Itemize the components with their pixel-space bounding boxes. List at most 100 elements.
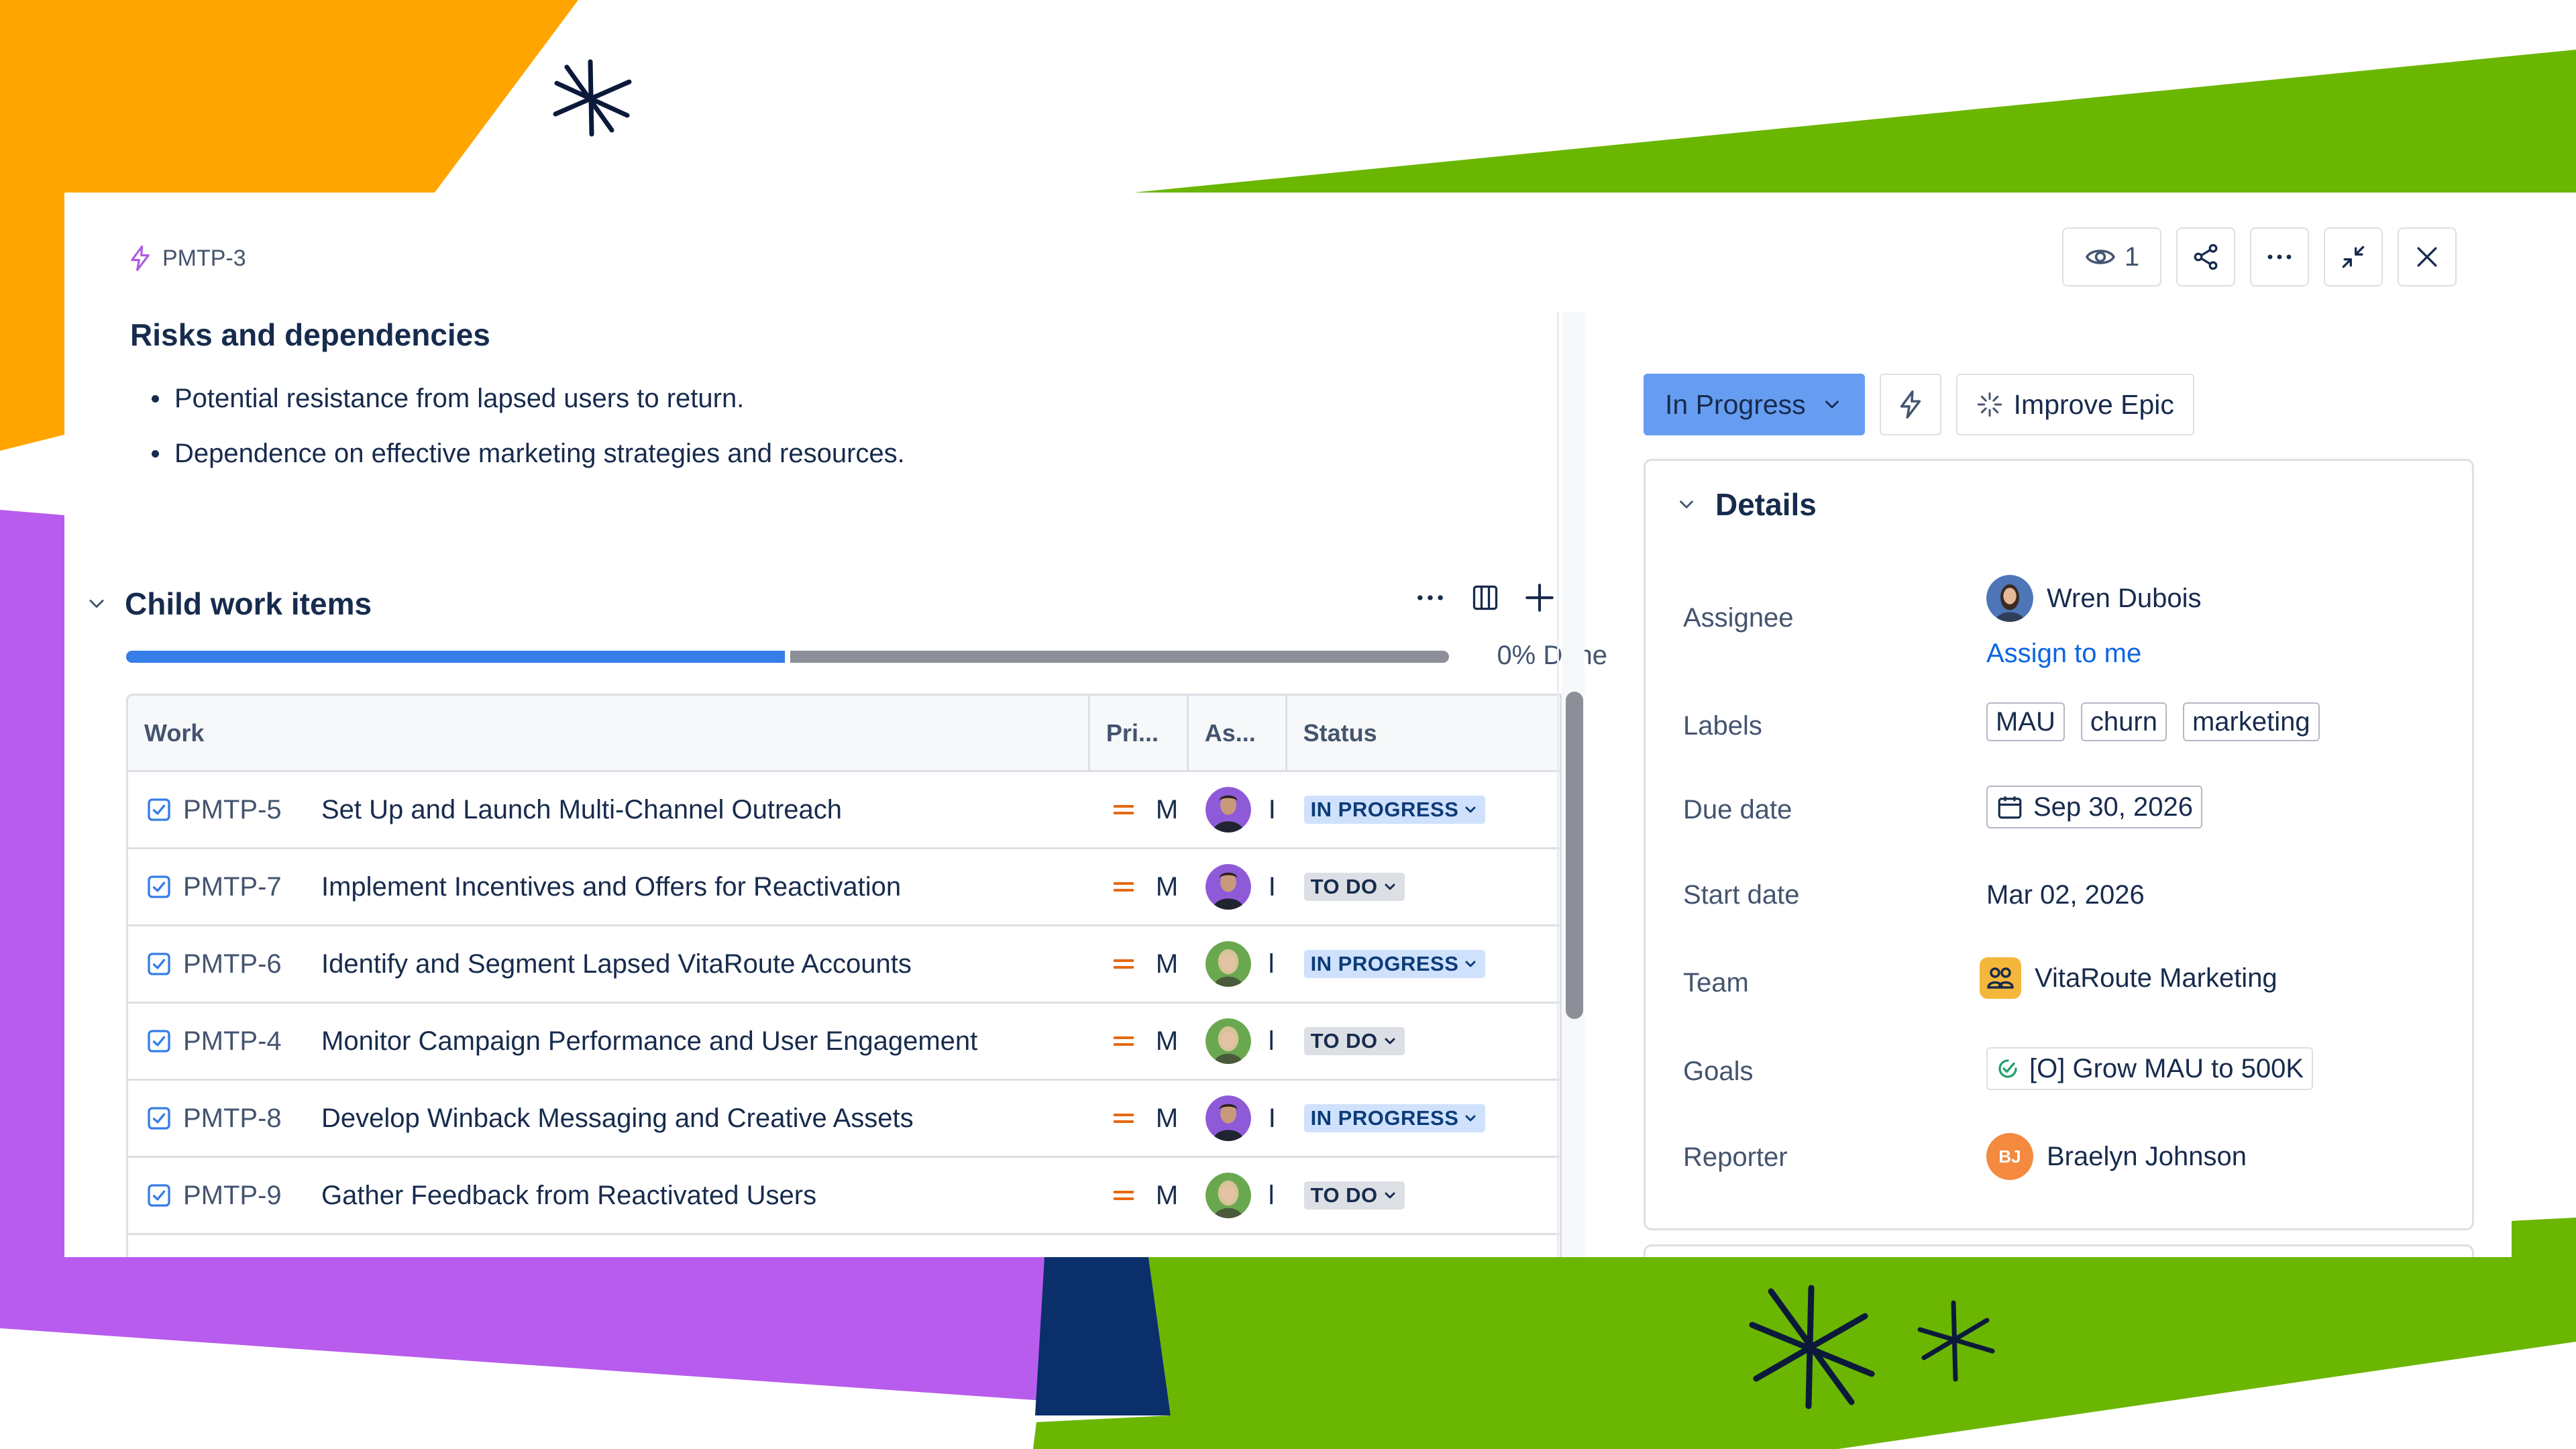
assignee-cell[interactable]: I [1189, 772, 1287, 847]
team-icon [1980, 957, 2021, 999]
assignee-field[interactable]: Wren Dubois [1986, 575, 2201, 622]
start-date-value[interactable]: Mar 02, 2026 [1986, 880, 2145, 910]
status-lozenge[interactable]: IN PROGRESS [1303, 796, 1486, 824]
child-item-key[interactable]: PMTP-9 [183, 1181, 311, 1211]
more-icon[interactable] [1413, 580, 1448, 615]
status-lozenge[interactable]: IN PROGRESS [1303, 950, 1486, 978]
table-row[interactable]: PMTP-8 Develop Winback Messaging and Crea… [128, 1081, 1560, 1158]
child-item-key[interactable]: PMTP-7 [183, 872, 311, 902]
assignee-cell[interactable]: I [1189, 1081, 1287, 1156]
calendar-icon [1998, 796, 2022, 819]
column-header-assignee[interactable]: As... [1189, 696, 1287, 770]
chevron-down-icon [1825, 400, 1839, 409]
assign-to-me-link[interactable]: Assign to me [1986, 639, 2141, 669]
child-item-key[interactable]: PMTP-5 [183, 795, 311, 825]
column-header-priority[interactable]: Pri... [1090, 696, 1189, 770]
priority-cell[interactable]: M [1090, 849, 1189, 924]
team-field[interactable]: VitaRoute Marketing [1980, 957, 2277, 999]
automation-button[interactable] [1879, 374, 1941, 435]
share-icon [2194, 244, 2218, 270]
minimize-button[interactable] [2324, 227, 2383, 286]
column-header-status[interactable]: Status [1287, 696, 1560, 770]
eye-icon [2085, 250, 2115, 264]
child-item-summary[interactable]: Set Up and Launch Multi-Channel Outreach [321, 795, 842, 825]
reporter-field[interactable]: BJ Braelyn Johnson [1986, 1133, 2247, 1180]
status-cell: IN PROGRESS [1287, 926, 1560, 1002]
columns-icon[interactable] [1470, 583, 1500, 612]
child-item-key[interactable]: PMTP-4 [183, 1026, 311, 1057]
column-header-work[interactable]: Work [128, 696, 1090, 770]
table-row[interactable]: PMTP-7 Implement Incentives and Offers fo… [128, 849, 1560, 926]
issue-key-link[interactable]: PMTP-3 [162, 246, 246, 272]
team-name: VitaRoute Marketing [2035, 963, 2277, 993]
table-row[interactable]: PMTP-6 Identify and Segment Lapsed VitaRo… [128, 926, 1560, 1004]
avatar [1205, 864, 1251, 910]
plus-icon[interactable] [1523, 581, 1556, 614]
status-lozenge[interactable]: TO DO [1303, 1181, 1405, 1210]
table-row[interactable]: PMTP-5 Set Up and Launch Multi-Channel Ou… [128, 772, 1560, 849]
goal-chip[interactable]: [O] Grow MAU to 500K [1986, 1047, 2314, 1090]
table-row[interactable]: PMTP-9 Gather Feedback from Reactivated U… [128, 1158, 1560, 1235]
label-tag[interactable]: MAU [1986, 702, 2065, 741]
chevron-down-icon[interactable] [1675, 493, 1698, 516]
reporter-avatar: BJ [1986, 1133, 2033, 1180]
bullet-item: Dependence on effective marketing strate… [152, 437, 905, 492]
description-bullet-list: Potential resistance from lapsed users t… [152, 382, 905, 492]
close-button[interactable] [2398, 227, 2457, 286]
status-text: TO DO [1310, 1183, 1378, 1207]
assignee-cell[interactable]: l [1189, 926, 1287, 1002]
assignee-text: I [1268, 1103, 1276, 1133]
assignee-cell[interactable]: l [1189, 1004, 1287, 1079]
label-tag[interactable]: churn [2080, 702, 2167, 741]
child-items-header[interactable]: Child work items [85, 586, 372, 622]
goals-field[interactable]: [O] Grow MAU to 500K [1986, 1047, 2314, 1090]
details-header[interactable]: Details [1675, 486, 1817, 523]
scrollbar-thumb[interactable] [1566, 692, 1583, 1019]
work-cell: PMTP-6 Identify and Segment Lapsed VitaRo… [128, 926, 1090, 1002]
status-lozenge[interactable]: TO DO [1303, 1027, 1405, 1055]
status-cell: IN PROGRESS [1287, 772, 1560, 847]
close-icon [2417, 247, 2437, 267]
child-item-summary[interactable]: Identify and Segment Lapsed VitaRoute Ac… [321, 949, 912, 979]
improve-epic-button[interactable]: Improve Epic [1955, 374, 2194, 435]
watch-count: 1 [2124, 241, 2140, 272]
goals-label: Goals [1683, 1057, 1754, 1086]
chevron-down-icon [1465, 961, 1476, 967]
description-heading: Risks and dependencies [130, 317, 490, 352]
status-text: TO DO [1310, 1029, 1378, 1053]
priority-cell[interactable]: M [1090, 1004, 1189, 1079]
child-item-summary[interactable]: Monitor Campaign Performance and User En… [321, 1026, 977, 1057]
chevron-down-icon[interactable] [85, 592, 109, 616]
more-icon [2267, 254, 2292, 260]
minimize-icon [2342, 246, 2365, 268]
label-tag[interactable]: marketing [2182, 702, 2320, 741]
more-actions-button[interactable] [2250, 227, 2309, 286]
breadcrumb: PMTP-3 [126, 242, 246, 274]
labels-field[interactable]: MAU churn marketing [1986, 702, 2320, 741]
priority-cell[interactable]: M [1090, 926, 1189, 1002]
status-cell: TO DO [1287, 1158, 1560, 1233]
table-row[interactable]: PMTP-4 Monitor Campaign Performance and U… [128, 1004, 1560, 1081]
child-item-key[interactable]: PMTP-8 [183, 1104, 311, 1134]
child-item-summary[interactable]: Gather Feedback from Reactivated Users [321, 1181, 816, 1211]
due-date-field[interactable]: Sep 30, 2026 [1986, 786, 2202, 828]
status-lozenge[interactable]: IN PROGRESS [1303, 1104, 1486, 1132]
child-items-toolbar [1413, 580, 1556, 615]
priority-cell[interactable]: M [1090, 1158, 1189, 1233]
child-items-title: Child work items [125, 586, 372, 621]
status-dropdown-button[interactable]: In Progress [1644, 374, 1865, 435]
status-text: IN PROGRESS [1310, 1106, 1459, 1130]
table-row[interactable] [128, 1235, 1560, 1257]
child-item-key[interactable]: PMTP-6 [183, 949, 311, 979]
share-button[interactable] [2176, 227, 2235, 286]
status-lozenge[interactable]: TO DO [1303, 873, 1405, 901]
priority-cell[interactable]: M [1090, 772, 1189, 847]
priority-cell[interactable]: M [1090, 1081, 1189, 1156]
child-item-summary[interactable]: Implement Incentives and Offers for Reac… [321, 872, 901, 902]
priority-text: M [1155, 794, 1179, 824]
assignee-cell[interactable]: I [1189, 849, 1287, 924]
due-date-chip[interactable]: Sep 30, 2026 [1986, 786, 2202, 828]
child-item-summary[interactable]: Develop Winback Messaging and Creative A… [321, 1104, 914, 1134]
assignee-cell[interactable]: l [1189, 1158, 1287, 1233]
watch-button[interactable]: 1 [2062, 227, 2161, 286]
